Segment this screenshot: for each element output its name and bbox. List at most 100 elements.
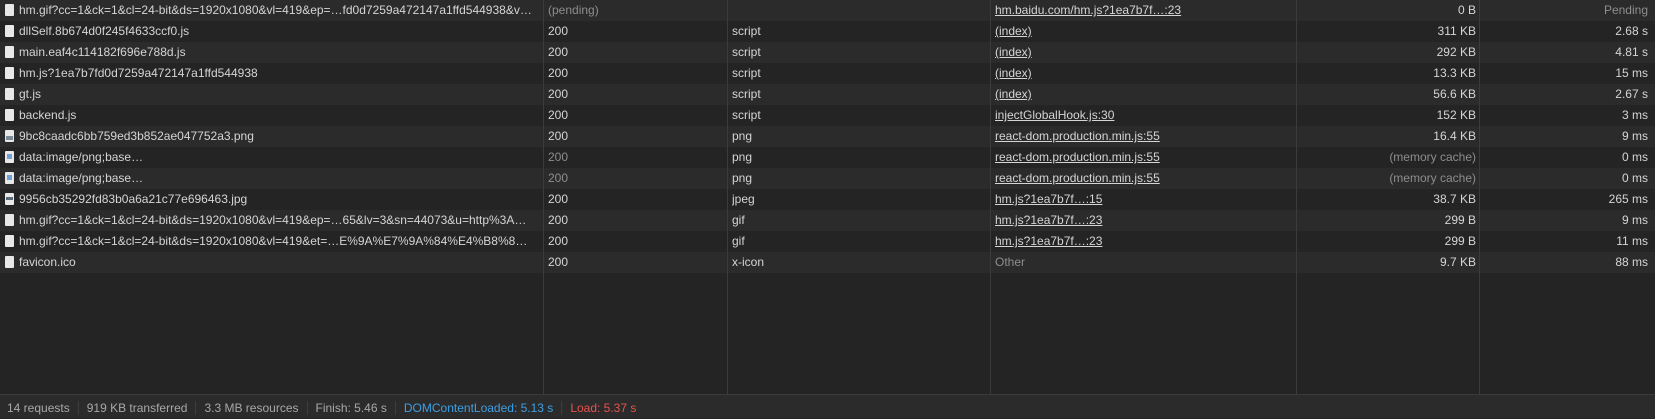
request-status: 200 — [548, 108, 569, 122]
request-size: 299 B — [1444, 234, 1476, 248]
request-type: jpeg — [732, 192, 755, 206]
request-status: 200 — [548, 66, 569, 80]
network-request-table: hm.gif?cc=1&ck=1&cl=24-bit&ds=1920x1080&… — [0, 0, 1655, 394]
network-summary-bar: 14 requests 919 KB transferred 3.3 MB reso… — [0, 394, 1655, 418]
request-row[interactable]: data:image/png;base… 200 png react-dom.prod… — [0, 147, 1655, 168]
request-row[interactable]: data:image/png;base… 200 png react-dom.prod… — [0, 168, 1655, 189]
request-initiator[interactable]: hm.baidu.com/hm.js?1ea7b7f…:23 — [995, 0, 1285, 21]
request-row[interactable]: hm.gif?cc=1&ck=1&cl=24-bit&ds=1920x1080&… — [0, 231, 1655, 252]
request-initiator: Other — [995, 255, 1026, 269]
request-count: 14 requests — [0, 400, 79, 415]
request-status: 200 — [548, 192, 569, 206]
request-type: gif — [732, 213, 745, 227]
initiator-link[interactable]: (index) — [995, 87, 1032, 101]
request-type: png — [732, 129, 753, 143]
request-size: 13.3 KB — [1433, 66, 1476, 80]
request-type: script — [732, 24, 761, 38]
initiator-link[interactable]: (index) — [995, 66, 1032, 80]
request-type: gif — [732, 234, 745, 248]
request-size: (memory cache) — [1389, 150, 1476, 164]
request-size: 311 KB — [1437, 24, 1476, 38]
request-type: x-icon — [732, 255, 765, 269]
transferred-size: 919 KB transferred — [79, 400, 197, 415]
file-icon — [5, 25, 14, 37]
request-type: script — [732, 45, 761, 59]
request-initiator[interactable]: react-dom.production.min.js:55 — [995, 126, 1285, 147]
request-row[interactable]: backend.js 200 script injectGlobalHook.js:3… — [0, 105, 1655, 126]
initiator-link[interactable]: hm.js?1ea7b7f…:15 — [995, 192, 1102, 206]
data-image-icon — [5, 172, 14, 184]
initiator-link[interactable]: injectGlobalHook.js:30 — [995, 108, 1114, 122]
request-name: hm.gif?cc=1&ck=1&cl=24-bit&ds=1920x1080&… — [19, 3, 532, 17]
request-time: 15 ms — [1615, 66, 1648, 80]
request-initiator[interactable]: (index) — [995, 84, 1285, 105]
request-time: 0 ms — [1621, 150, 1648, 164]
file-icon — [5, 256, 14, 268]
image-icon — [5, 130, 14, 142]
request-initiator[interactable]: hm.js?1ea7b7f…:15 — [995, 189, 1285, 210]
request-size: 299 B — [1444, 213, 1476, 227]
request-initiator[interactable]: injectGlobalHook.js:30 — [995, 105, 1285, 126]
request-initiator[interactable]: hm.js?1ea7b7f…:23 — [995, 231, 1285, 252]
request-time: 0 ms — [1621, 171, 1648, 185]
request-row[interactable]: 9956cb35292fd83b0a6a21c77e696463.jpg 200 j… — [0, 189, 1655, 210]
initiator-link[interactable]: (index) — [995, 24, 1032, 38]
file-icon — [5, 46, 14, 58]
initiator-link[interactable]: (index) — [995, 45, 1032, 59]
request-status: 200 — [548, 171, 569, 185]
request-row[interactable]: hm.js?1ea7b7fd0d7259a472147a1ffd544938 20… — [0, 63, 1655, 84]
request-size: 152 KB — [1436, 108, 1476, 122]
finish-time: Finish: 5.46 s — [308, 400, 396, 415]
request-initiator[interactable]: (index) — [995, 42, 1285, 63]
initiator-link[interactable]: hm.baidu.com/hm.js?1ea7b7f…:23 — [995, 3, 1181, 17]
request-name: 9bc8caadc6bb759ed3b852ae047752a3.png — [19, 129, 254, 143]
request-status: 200 — [548, 150, 569, 164]
initiator-link[interactable]: hm.js?1ea7b7f…:23 — [995, 213, 1102, 227]
file-icon — [5, 214, 14, 226]
request-time: 9 ms — [1621, 129, 1648, 143]
request-row[interactable]: favicon.ico 200 x-icon Other 9.7 KB 88 ms — [0, 252, 1655, 273]
initiator-link[interactable]: react-dom.production.min.js:55 — [995, 150, 1160, 164]
request-type: script — [732, 66, 761, 80]
load-time: Load: 5.37 s — [570, 400, 637, 415]
request-name: 9956cb35292fd83b0a6a21c77e696463.jpg — [19, 192, 248, 206]
initiator-link[interactable]: react-dom.production.min.js:55 — [995, 129, 1160, 143]
file-icon — [5, 235, 14, 247]
request-size: 0 B — [1457, 3, 1476, 17]
request-name: favicon.ico — [19, 255, 76, 269]
request-time: 4.81 s — [1615, 45, 1648, 59]
request-row[interactable]: 9bc8caadc6bb759ed3b852ae047752a3.png 200 p… — [0, 126, 1655, 147]
initiator-link[interactable]: hm.js?1ea7b7f…:23 — [995, 234, 1102, 248]
jpeg-icon — [5, 193, 14, 205]
request-time: 265 ms — [1608, 192, 1648, 206]
request-size: (memory cache) — [1389, 171, 1476, 185]
request-time: 3 ms — [1621, 108, 1648, 122]
dom-content-loaded-time: DOMContentLoaded: 5.13 s — [396, 400, 563, 415]
request-name: main.eaf4c114182f696e788d.js — [19, 45, 186, 59]
request-initiator[interactable]: (index) — [995, 21, 1285, 42]
request-size: 38.7 KB — [1433, 192, 1476, 206]
data-image-icon — [5, 151, 14, 163]
request-row[interactable]: gt.js 200 script (index) 56.6 KB 2.67 s — [0, 84, 1655, 105]
request-row[interactable]: main.eaf4c114182f696e788d.js 200 script (in… — [0, 42, 1655, 63]
request-type: png — [732, 150, 753, 164]
request-name: backend.js — [19, 108, 77, 122]
request-row[interactable]: dllSelf.8b674d0f245f4633ccf0.js 200 script… — [0, 21, 1655, 42]
request-time: 11 ms — [1616, 234, 1648, 248]
initiator-link[interactable]: react-dom.production.min.js:55 — [995, 171, 1160, 185]
request-initiator[interactable]: hm.js?1ea7b7f…:23 — [995, 210, 1285, 231]
request-initiator[interactable]: react-dom.production.min.js:55 — [995, 147, 1285, 168]
file-icon — [5, 4, 14, 16]
request-size: 56.6 KB — [1433, 87, 1476, 101]
request-initiator[interactable]: react-dom.production.min.js:55 — [995, 168, 1285, 189]
request-row[interactable]: hm.gif?cc=1&ck=1&cl=24-bit&ds=1920x1080&… — [0, 210, 1655, 231]
request-size: 9.7 KB — [1439, 255, 1476, 269]
request-type: script — [732, 108, 761, 122]
request-time: Pending — [1603, 3, 1648, 17]
request-time: 9 ms — [1621, 213, 1648, 227]
request-row[interactable]: hm.gif?cc=1&ck=1&cl=24-bit&ds=1920x1080&… — [0, 0, 1655, 21]
request-status: (pending) — [548, 3, 599, 17]
request-status: 200 — [548, 87, 569, 101]
request-initiator[interactable]: (index) — [995, 63, 1285, 84]
request-status: 200 — [548, 45, 569, 59]
